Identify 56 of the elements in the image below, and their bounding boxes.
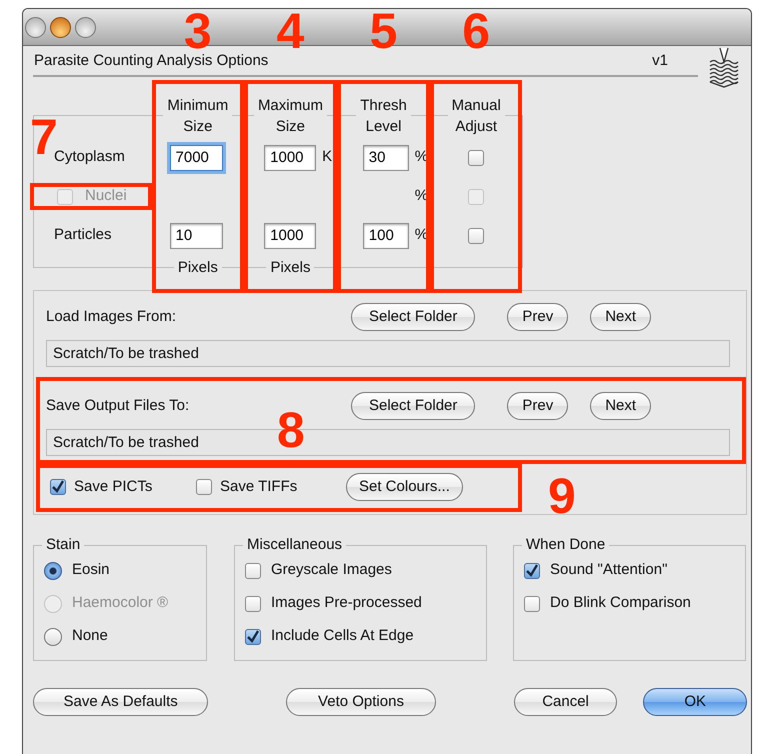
annotation-number: 6 xyxy=(462,11,490,51)
checkbox-label: Save TIFFs xyxy=(220,478,298,496)
folder-label: Load Images From: xyxy=(46,308,178,326)
threshold-field[interactable]: 30 xyxy=(362,144,409,170)
version-label: v1 xyxy=(652,52,668,71)
set-colours-button[interactable]: Set Colours... xyxy=(346,473,463,501)
unit-label: K xyxy=(322,148,332,167)
checkbox-label: Do Blink Comparison xyxy=(550,594,691,613)
checkbox-label: Save PICTs xyxy=(74,478,152,496)
radio-label: Haemocolor ® xyxy=(72,594,168,613)
dialog-title: Parasite Counting Analysis Options xyxy=(34,52,268,71)
checkbox[interactable] xyxy=(524,562,540,578)
checkbox-label: Greyscale Images xyxy=(271,561,392,580)
folder-path-field: Scratch/To be trashed xyxy=(46,340,730,367)
maximum-size-field[interactable]: 1000 xyxy=(264,222,316,248)
radio-label: Eosin xyxy=(72,561,110,580)
checkbox[interactable] xyxy=(245,596,261,612)
checkbox[interactable] xyxy=(50,479,66,495)
folder-button[interactable]: Select Folder xyxy=(351,303,476,331)
annotation-number: 4 xyxy=(276,11,304,51)
checkbox[interactable] xyxy=(245,628,261,644)
checkbox[interactable] xyxy=(245,562,261,578)
annotation-number: 9 xyxy=(548,476,576,516)
minimum-size-field[interactable]: 10 xyxy=(170,222,223,248)
minimize-button[interactable] xyxy=(50,16,71,38)
radio-label: None xyxy=(72,627,108,646)
maximum-size-field[interactable]: 1000 xyxy=(264,144,316,170)
folder-button[interactable]: Select Folder xyxy=(351,392,476,420)
folder-button[interactable]: Prev xyxy=(507,392,568,420)
dialog-button[interactable]: Save As Defaults xyxy=(33,688,208,716)
checkbox[interactable] xyxy=(468,228,484,244)
close-button[interactable] xyxy=(25,16,46,38)
checkbox-label: Sound "Attention" xyxy=(550,561,668,580)
threshold-field[interactable]: 100 xyxy=(362,222,409,248)
minimum-size-field[interactable]: 7000 xyxy=(170,144,223,170)
checkbox[interactable] xyxy=(524,596,540,612)
checkbox-label: Include Cells At Edge xyxy=(271,627,414,646)
dialog-button[interactable]: Cancel xyxy=(514,688,618,716)
dialog-button[interactable]: Veto Options xyxy=(286,688,436,716)
layers-icon xyxy=(708,46,740,88)
checkbox-label: Images Pre-processed xyxy=(271,594,422,613)
checkbox[interactable] xyxy=(468,150,484,166)
radio-button[interactable] xyxy=(44,562,62,580)
checkbox[interactable] xyxy=(196,479,212,495)
folder-button[interactable]: Next xyxy=(590,303,652,331)
dialog-button[interactable]: OK xyxy=(643,688,747,716)
zoom-button[interactable] xyxy=(75,16,96,38)
folder-label: Save Output Files To: xyxy=(46,396,190,416)
folder-button[interactable]: Prev xyxy=(507,303,568,331)
annotation-number: 8 xyxy=(277,410,305,450)
radio-button[interactable] xyxy=(44,628,62,646)
row-label: Particles xyxy=(54,226,112,245)
checkbox-label: Nuclei xyxy=(85,187,127,206)
annotation-number: 5 xyxy=(370,11,398,51)
folder-button[interactable]: Next xyxy=(590,392,652,420)
annotation-number: 3 xyxy=(184,11,212,51)
